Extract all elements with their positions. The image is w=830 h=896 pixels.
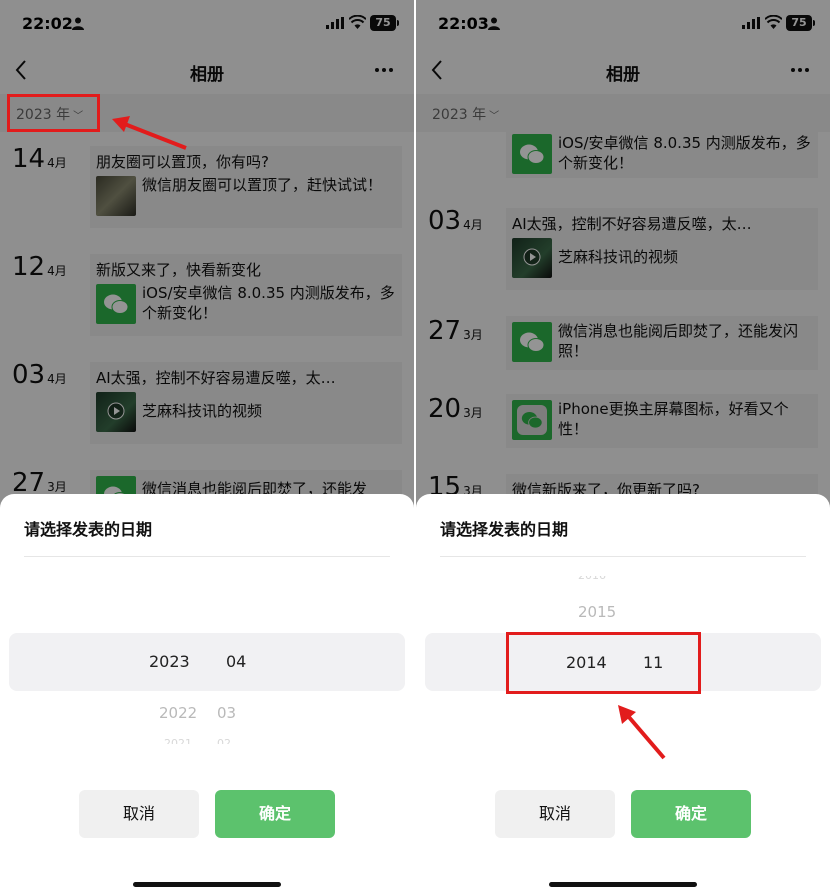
- red-arrow-icon: [112, 116, 187, 150]
- sheet-title: 请选择发表的日期: [440, 520, 569, 539]
- sheet-divider: [440, 556, 806, 557]
- picker-year-option[interactable]: 2021: [164, 737, 192, 744]
- home-indicator: [133, 882, 281, 887]
- red-arrow-icon: [618, 705, 666, 760]
- confirm-button[interactable]: 确定: [215, 790, 335, 838]
- confirm-button[interactable]: 确定: [631, 790, 751, 838]
- picker-month-option[interactable]: 02: [217, 737, 231, 744]
- picker-month-selected[interactable]: 04: [226, 652, 246, 671]
- cancel-button[interactable]: 取消: [495, 790, 615, 838]
- picker-year-selected[interactable]: 2023: [149, 652, 190, 671]
- picker-month-option[interactable]: 03: [217, 704, 236, 722]
- screen-left: 22:02 75 相册 2023 年 ﹀ 14 4月 朋友圈可以置顶，你有吗? 微信…: [0, 0, 414, 896]
- home-indicator: [549, 882, 697, 887]
- picker-year-option[interactable]: 2016: [578, 576, 606, 583]
- cancel-button[interactable]: 取消: [79, 790, 199, 838]
- picker-year-option[interactable]: 2015: [578, 603, 616, 621]
- sheet-divider: [24, 556, 390, 557]
- date-picker-sheet: 请选择发表的日期 2016 2015 2014 11 取消 确定: [416, 494, 830, 896]
- highlight-box: [506, 632, 701, 694]
- sheet-title: 请选择发表的日期: [24, 520, 153, 539]
- picker-year-option[interactable]: 2022: [159, 704, 197, 722]
- screen-right: 22:03 75 相册 2023 年 ﹀ iOS/安卓微信 8.0.35 内测版发…: [416, 0, 830, 896]
- picker-selection-band: [9, 633, 405, 691]
- date-picker-sheet: 请选择发表的日期 2023 04 2022 03 2021 02 取消 确定: [0, 494, 414, 896]
- highlight-box: [7, 94, 100, 132]
